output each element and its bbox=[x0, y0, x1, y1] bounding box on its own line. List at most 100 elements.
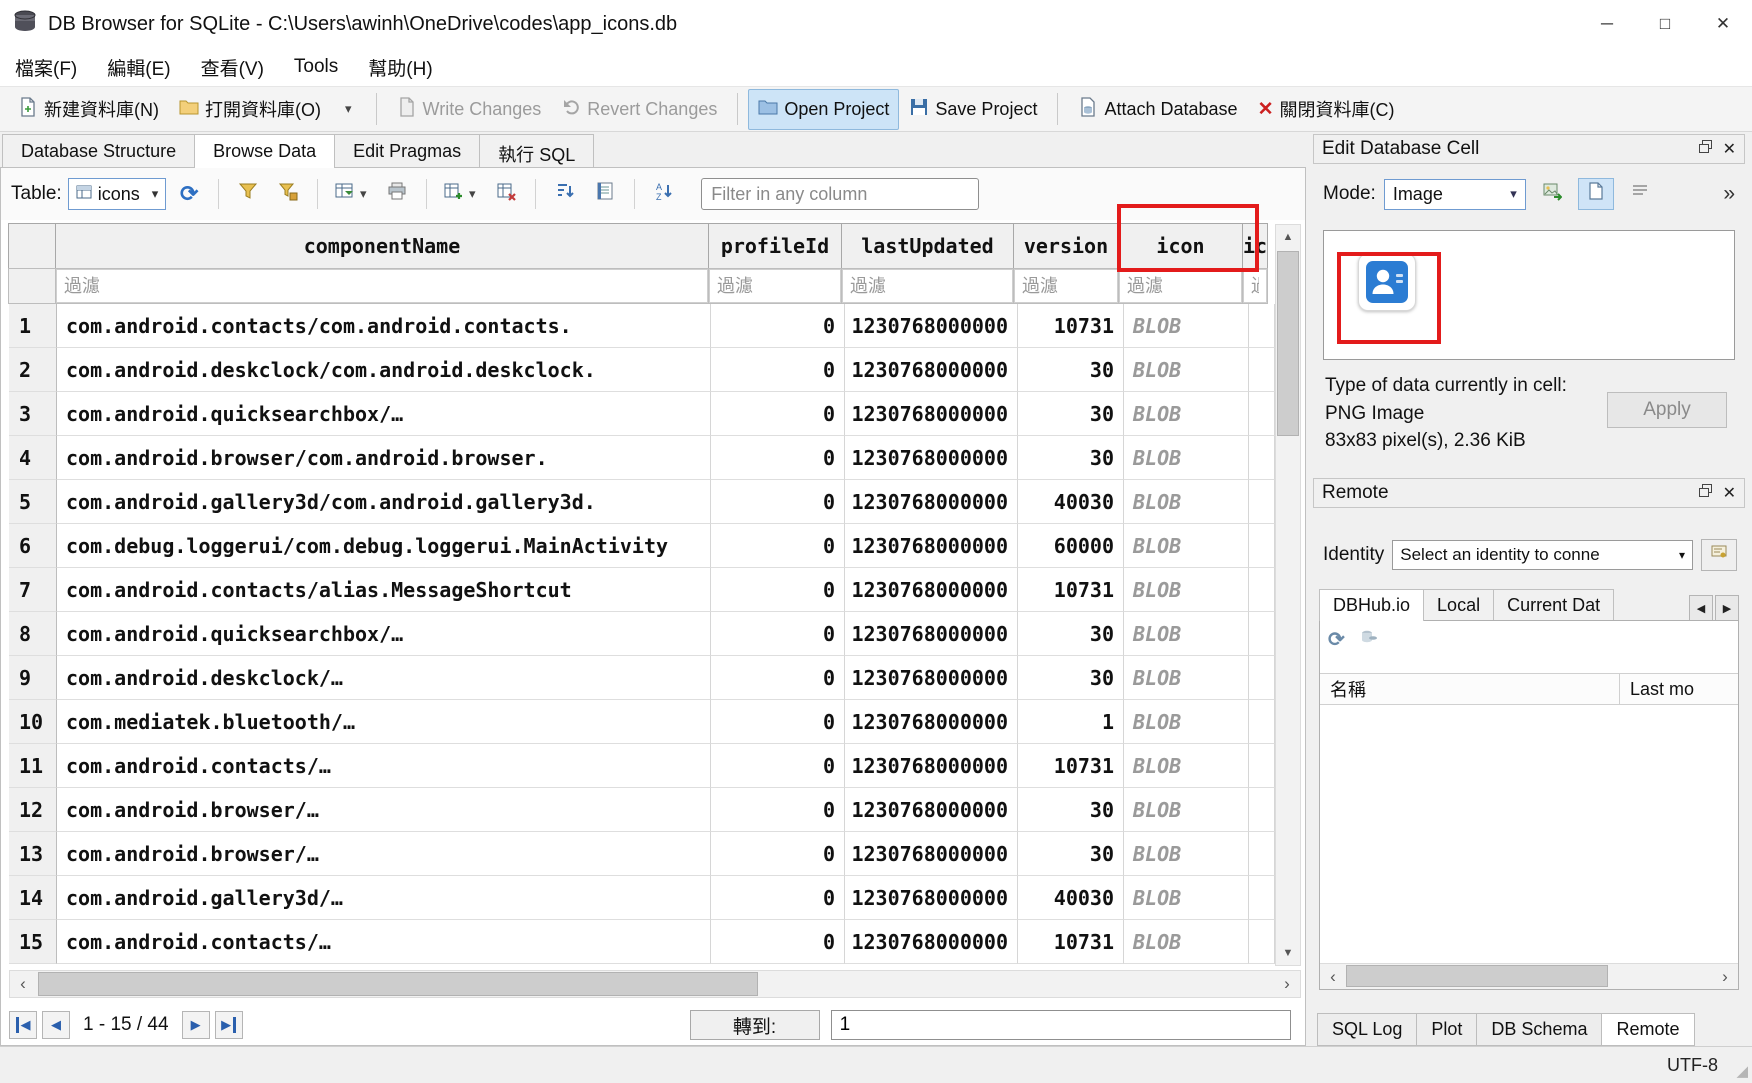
tab-local[interactable]: Local bbox=[1423, 589, 1494, 621]
remote-refresh-icon[interactable]: ⟳ bbox=[1328, 627, 1345, 652]
cell-lastupdated[interactable]: 1230768000000 bbox=[845, 392, 1018, 436]
table-row[interactable]: 4 com.android.browser/com.android.browse… bbox=[9, 436, 1275, 480]
cell-version[interactable]: 10731 bbox=[1018, 920, 1124, 964]
cell-icon-blob[interactable]: BLOB bbox=[1124, 832, 1249, 876]
row-number-cell[interactable]: 7 bbox=[9, 568, 57, 612]
open-database-dropdown[interactable]: ▾ bbox=[331, 93, 366, 125]
table-row[interactable]: 2 com.android.deskclock/com.android.desk… bbox=[9, 348, 1275, 392]
cell-version[interactable]: 1 bbox=[1018, 700, 1124, 744]
menu-tools[interactable]: Tools bbox=[279, 49, 353, 85]
remote-scrollbar-thumb[interactable] bbox=[1346, 965, 1608, 987]
row-number-cell[interactable]: 6 bbox=[9, 524, 57, 568]
cell-version[interactable]: 60000 bbox=[1018, 524, 1124, 568]
open-database-button[interactable]: 打開資料庫(O) bbox=[169, 88, 331, 130]
menu-edit[interactable]: 編輯(E) bbox=[92, 47, 185, 88]
column-header-lastupdated[interactable]: lastUpdated bbox=[841, 223, 1014, 269]
word-wrap-button[interactable] bbox=[1622, 178, 1658, 210]
cell-componentname[interactable]: com.android.contacts/alias.MessageShortc… bbox=[57, 568, 711, 612]
column-header-componentname[interactable]: componentName bbox=[55, 223, 709, 269]
vertical-scrollbar[interactable]: ▲ ▼ bbox=[1275, 224, 1301, 966]
cell-profileid[interactable]: 0 bbox=[711, 920, 845, 964]
refresh-button[interactable]: ⟳ bbox=[172, 177, 206, 211]
scroll-up-button[interactable]: ▲ bbox=[1276, 225, 1300, 249]
cell-profileid[interactable]: 0 bbox=[711, 832, 845, 876]
remote-table-header-lastmod[interactable]: Last mo bbox=[1620, 674, 1738, 704]
column-header-version[interactable]: version bbox=[1013, 223, 1119, 269]
identity-select[interactable]: Select an identity to conne ▾ bbox=[1392, 540, 1693, 570]
text-mode-button[interactable] bbox=[1578, 178, 1614, 210]
resize-grip-icon[interactable]: ◢ bbox=[1736, 1062, 1748, 1080]
cell-icon-blob[interactable]: BLOB bbox=[1124, 392, 1249, 436]
cell-profileid[interactable]: 0 bbox=[711, 876, 845, 920]
filter-input[interactable] bbox=[701, 178, 979, 210]
cell-componentname[interactable]: com.android.contacts/… bbox=[57, 920, 711, 964]
cell-profileid[interactable]: 0 bbox=[711, 700, 845, 744]
identity-settings-button[interactable] bbox=[1701, 539, 1737, 571]
table-row[interactable]: 12 com.android.browser/… 0 1230768000000… bbox=[9, 788, 1275, 832]
column-filter-input[interactable] bbox=[1243, 269, 1267, 303]
cell-lastupdated[interactable]: 1230768000000 bbox=[845, 568, 1018, 612]
close-panel-icon[interactable]: ✕ bbox=[1723, 139, 1736, 159]
cell-icon-blob[interactable]: BLOB bbox=[1124, 480, 1249, 524]
menu-file[interactable]: 檔案(F) bbox=[0, 47, 92, 88]
horizontal-scrollbar-thumb[interactable] bbox=[38, 972, 758, 996]
table-row[interactable]: 5 com.android.gallery3d/com.android.gall… bbox=[9, 480, 1275, 524]
cell-icon-blob[interactable]: BLOB bbox=[1124, 524, 1249, 568]
tab-sql-log[interactable]: SQL Log bbox=[1317, 1013, 1417, 1046]
column-filter-input[interactable] bbox=[1014, 269, 1118, 303]
next-page-button[interactable]: ▶ bbox=[182, 1011, 210, 1039]
cell-version[interactable]: 30 bbox=[1018, 612, 1124, 656]
cell-componentname[interactable]: com.android.browser/… bbox=[57, 832, 711, 876]
cell-icon-blob[interactable]: BLOB bbox=[1124, 656, 1249, 700]
first-page-button[interactable]: ◀ bbox=[9, 1011, 37, 1039]
cell-version[interactable]: 30 bbox=[1018, 436, 1124, 480]
menu-view[interactable]: 查看(V) bbox=[186, 47, 279, 88]
cell-profileid[interactable]: 0 bbox=[711, 436, 845, 480]
row-number-cell[interactable]: 5 bbox=[9, 480, 57, 524]
tab-edit-pragmas[interactable]: Edit Pragmas bbox=[334, 134, 480, 167]
prev-page-button[interactable]: ◀ bbox=[42, 1011, 70, 1039]
clear-filters-button[interactable] bbox=[231, 177, 265, 211]
cell-partial[interactable] bbox=[1249, 656, 1275, 700]
cell-profileid[interactable]: 0 bbox=[711, 612, 845, 656]
cell-componentname[interactable]: com.debug.loggerui/com.debug.loggerui.Ma… bbox=[57, 524, 711, 568]
cell-lastupdated[interactable]: 1230768000000 bbox=[845, 788, 1018, 832]
cell-lastupdated[interactable]: 1230768000000 bbox=[845, 656, 1018, 700]
row-number-cell[interactable]: 12 bbox=[9, 788, 57, 832]
cell-version[interactable]: 10731 bbox=[1018, 304, 1124, 348]
write-changes-button[interactable]: Write Changes bbox=[387, 89, 552, 130]
cell-icon-blob[interactable]: BLOB bbox=[1124, 436, 1249, 480]
cell-lastupdated[interactable]: 1230768000000 bbox=[845, 920, 1018, 964]
minimize-button[interactable]: ─ bbox=[1578, 0, 1636, 48]
cell-partial[interactable] bbox=[1249, 832, 1275, 876]
tab-plot[interactable]: Plot bbox=[1416, 1013, 1477, 1046]
tab-current-database[interactable]: Current Dat bbox=[1493, 589, 1614, 621]
cell-partial[interactable] bbox=[1249, 744, 1275, 788]
cell-version[interactable]: 40030 bbox=[1018, 480, 1124, 524]
table-selector[interactable]: icons ▾ bbox=[68, 178, 167, 210]
row-number-cell[interactable]: 9 bbox=[9, 656, 57, 700]
new-database-button[interactable]: 新建資料庫(N) bbox=[8, 88, 169, 130]
float-panel-icon[interactable] bbox=[1698, 138, 1713, 160]
cell-componentname[interactable]: com.android.browser/… bbox=[57, 788, 711, 832]
cell-componentname[interactable]: com.android.contacts/… bbox=[57, 744, 711, 788]
row-number-cell[interactable]: 3 bbox=[9, 392, 57, 436]
close-button[interactable]: ✕ bbox=[1694, 0, 1752, 48]
row-number-cell[interactable]: 1 bbox=[9, 304, 57, 348]
cell-lastupdated[interactable]: 1230768000000 bbox=[845, 612, 1018, 656]
cell-componentname[interactable]: com.android.contacts/com.android.contact… bbox=[57, 304, 711, 348]
cell-partial[interactable] bbox=[1249, 788, 1275, 832]
column-filter-input[interactable] bbox=[709, 269, 841, 303]
tab-database-structure[interactable]: Database Structure bbox=[2, 134, 195, 167]
cell-icon-blob[interactable]: BLOB bbox=[1124, 744, 1249, 788]
cell-profileid[interactable]: 0 bbox=[711, 788, 845, 832]
remote-clone-icon[interactable] bbox=[1359, 627, 1379, 652]
scroll-down-button[interactable]: ▼ bbox=[1276, 941, 1300, 965]
save-project-button[interactable]: Save Project bbox=[899, 89, 1047, 130]
cell-componentname[interactable]: com.android.gallery3d/com.android.galler… bbox=[57, 480, 711, 524]
mode-select[interactable]: Image ▾ bbox=[1384, 179, 1526, 210]
cell-icon-blob[interactable]: BLOB bbox=[1124, 876, 1249, 920]
cell-lastupdated[interactable]: 1230768000000 bbox=[845, 304, 1018, 348]
cell-lastupdated[interactable]: 1230768000000 bbox=[845, 348, 1018, 392]
cell-profileid[interactable]: 0 bbox=[711, 744, 845, 788]
